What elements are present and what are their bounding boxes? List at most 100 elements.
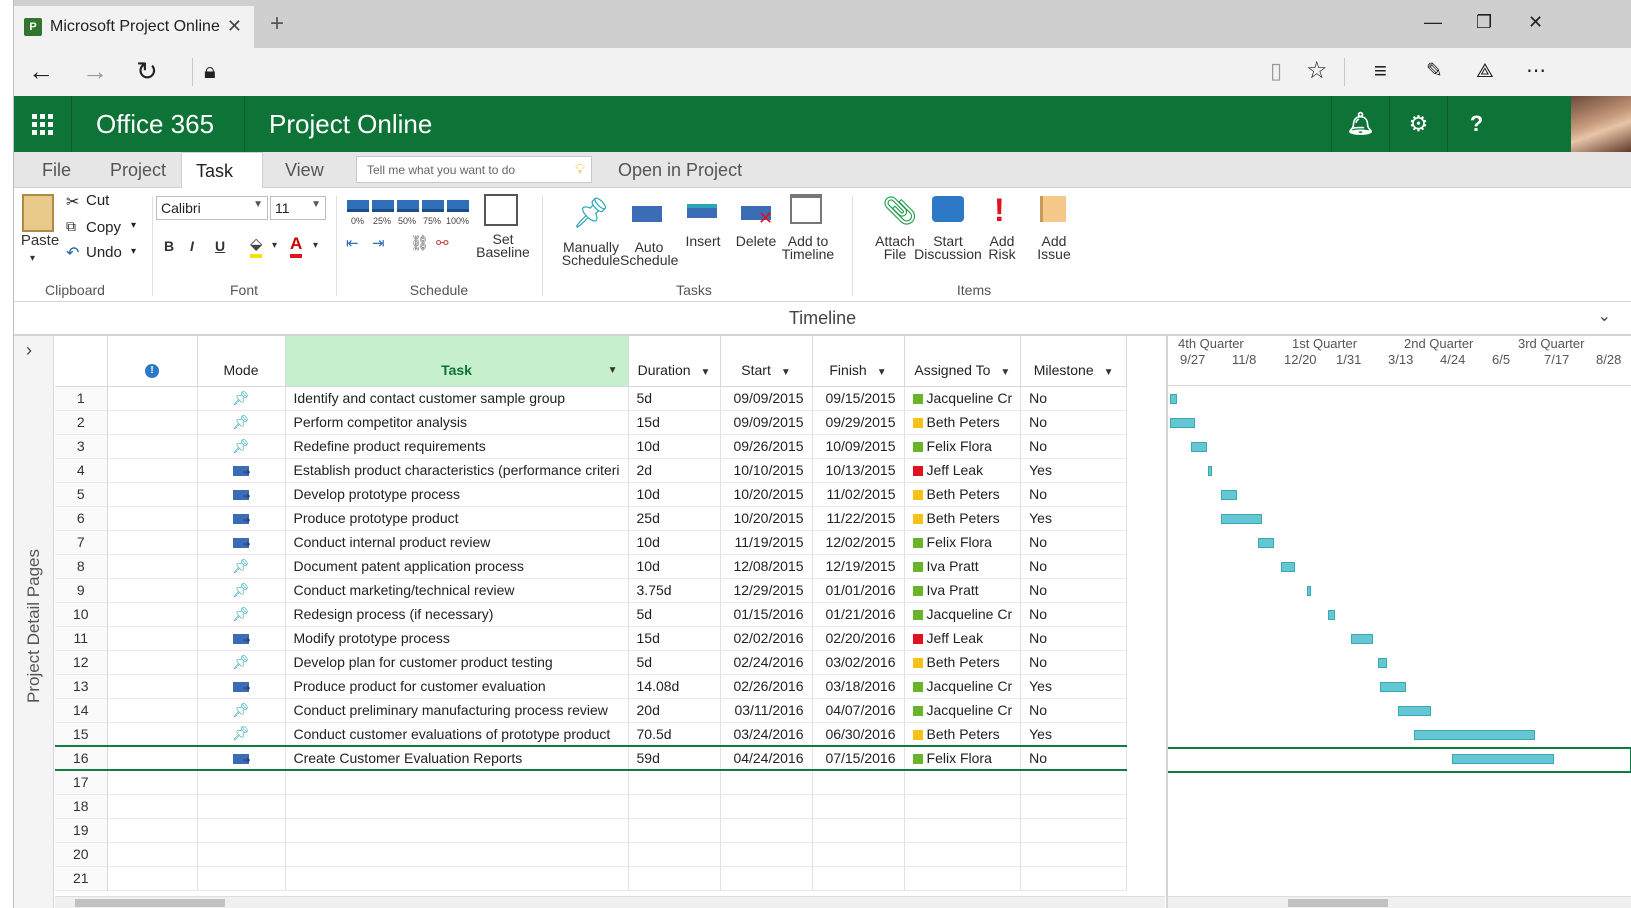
tab-task[interactable]: Task	[181, 152, 263, 189]
empty-cell[interactable]	[720, 842, 813, 867]
indicator-cell[interactable]	[107, 602, 198, 627]
paste-dropdown-icon[interactable]: ▾	[30, 252, 35, 266]
finish-cell[interactable]: 02/20/2016	[812, 626, 905, 651]
assigned-to-cell[interactable]: Beth Peters	[904, 722, 1022, 747]
paste-icon[interactable]	[22, 194, 54, 232]
indicator-cell[interactable]	[107, 578, 198, 603]
chevron-down-icon[interactable]: ▼	[877, 367, 887, 378]
tab-project[interactable]: Project	[96, 152, 180, 188]
gantt-task-bar[interactable]	[1281, 562, 1295, 572]
user-avatar[interactable]	[1571, 96, 1631, 152]
paste-label[interactable]: Paste	[20, 233, 60, 248]
task-row[interactable]: 6 Produce prototype product25d10/20/20151…	[55, 506, 1128, 531]
copy-icon[interactable]: ⧉	[66, 218, 76, 235]
gantt-task-bar[interactable]	[1208, 466, 1212, 476]
gantt-task-bar[interactable]	[1170, 418, 1195, 428]
add-to-timeline-icon[interactable]	[790, 194, 822, 224]
empty-cell[interactable]	[812, 794, 905, 819]
row-number[interactable]: 20	[55, 842, 108, 867]
empty-row[interactable]: 20	[55, 842, 1128, 867]
finish-cell[interactable]: 07/15/2016	[812, 745, 905, 771]
minimize-icon[interactable]: —	[1424, 12, 1442, 33]
row-number[interactable]: 19	[55, 818, 108, 843]
empty-cell[interactable]	[285, 794, 629, 819]
task-row[interactable]: 15 📌︎ Conduct customer evaluations of prot…	[55, 722, 1128, 747]
task-row[interactable]: 4 Establish product characteristics (perf…	[55, 458, 1128, 483]
start-cell[interactable]: 11/19/2015	[720, 530, 813, 555]
row-number[interactable]: 13	[55, 674, 108, 699]
scrollbar-thumb[interactable]	[75, 899, 225, 907]
indent-icon[interactable]: ⇥	[372, 234, 385, 252]
gantt-task-bar[interactable]	[1398, 706, 1431, 716]
empty-row[interactable]: 18	[55, 794, 1128, 819]
row-number[interactable]: 2	[55, 410, 108, 435]
task-row[interactable]: 9 📌︎ Conduct marketing/technical review 3.7…	[55, 578, 1128, 603]
assigned-to-cell[interactable]: Jacqueline Cr	[904, 698, 1022, 723]
task-row[interactable]: 1 📌︎ Identify and contact customer sample …	[55, 386, 1128, 411]
undo-icon[interactable]: ↶	[66, 243, 79, 263]
indicator-cell[interactable]	[107, 674, 198, 699]
duration-cell[interactable]: 10d	[628, 530, 721, 555]
task-row[interactable]: 16Create Customer Evaluation Reports59d0…	[55, 745, 1128, 771]
cut-icon[interactable]: ✂	[66, 192, 79, 212]
finish-cell[interactable]: 04/07/2016	[812, 698, 905, 723]
chevron-down-icon[interactable]: ▼	[1000, 367, 1010, 378]
attach-file-label-2[interactable]: File	[870, 247, 920, 261]
task-name-cell[interactable]: Develop plan for customer product testin…	[285, 650, 629, 675]
task-row[interactable]: 3 📌︎ Redefine product requirements 10d 09/26…	[55, 434, 1128, 459]
finish-cell[interactable]: 01/01/2016	[812, 578, 905, 603]
gantt-task-bar[interactable]	[1380, 682, 1406, 692]
empty-cell[interactable]	[628, 842, 721, 867]
chevron-down-icon[interactable]: ⌄	[1598, 306, 1611, 326]
duration-cell[interactable]: 10d	[628, 482, 721, 507]
grid-horizontal-scrollbar[interactable]	[55, 896, 1165, 908]
milestone-cell[interactable]: No	[1020, 650, 1128, 675]
empty-cell[interactable]	[1020, 818, 1128, 843]
mode-cell[interactable]: 📌︎	[197, 650, 286, 675]
assigned-to-cell[interactable]: Jeff Leak	[904, 626, 1022, 651]
task-name-cell[interactable]: Modify prototype process	[285, 626, 629, 651]
restore-icon[interactable]: ❐	[1476, 12, 1492, 33]
issue-flag-icon[interactable]	[1040, 196, 1066, 222]
office-365-brand[interactable]: Office 365	[96, 109, 214, 140]
finish-cell[interactable]: 10/09/2015	[812, 434, 905, 459]
task-row[interactable]: 13 Produce product for customer evaluatio…	[55, 674, 1128, 699]
assigned-to-cell[interactable]: Beth Peters	[904, 506, 1022, 531]
outdent-icon[interactable]: ⇤	[346, 234, 359, 252]
task-name-cell[interactable]: Create Customer Evaluation Reports	[285, 745, 629, 771]
font-color-icon[interactable]: A	[290, 234, 303, 258]
delete-button[interactable]: Delete	[730, 234, 782, 248]
indicator-cell[interactable]	[107, 745, 198, 771]
tab-view[interactable]: View	[271, 152, 338, 188]
assigned-to-cell[interactable]: Jacqueline Cr	[904, 386, 1022, 411]
empty-cell[interactable]	[197, 818, 286, 843]
row-number[interactable]: 6	[55, 506, 108, 531]
milestone-cell[interactable]: No	[1020, 698, 1128, 723]
link-tasks-icon[interactable]: ⛓	[410, 234, 429, 252]
task-row[interactable]: 11 Modify prototype process15d02/02/20160…	[55, 626, 1128, 651]
mode-header[interactable]: Mode	[197, 336, 286, 387]
task-row[interactable]: 12 📌︎ Develop plan for customer product te…	[55, 650, 1128, 675]
task-name-cell[interactable]: Conduct marketing/technical review	[285, 578, 629, 603]
mode-cell[interactable]: 📌︎	[197, 602, 286, 627]
assigned-to-cell[interactable]: Felix Flora	[904, 434, 1022, 459]
task-name-cell[interactable]: Conduct preliminary manufacturing proces…	[285, 698, 629, 723]
indicator-cell[interactable]	[107, 506, 198, 531]
empty-cell[interactable]	[720, 818, 813, 843]
mode-cell[interactable]: 📌︎	[197, 698, 286, 723]
discussion-bubble-icon[interactable]	[932, 196, 964, 222]
add-to-timeline-label-2[interactable]: Timeline	[780, 247, 836, 261]
chevron-down-icon[interactable]: ▼	[1104, 367, 1114, 378]
empty-cell[interactable]	[720, 866, 813, 891]
task-row[interactable]: 2 📌︎ Perform competitor analysis 15d 09/09/2…	[55, 410, 1128, 435]
milestone-cell[interactable]: No	[1020, 530, 1128, 555]
set-baseline-icon[interactable]	[484, 194, 518, 226]
scrollbar-thumb[interactable]	[1288, 899, 1388, 907]
finish-cell[interactable]: 12/19/2015	[812, 554, 905, 579]
finish-cell[interactable]: 09/29/2015	[812, 410, 905, 435]
complete-0-icon[interactable]	[347, 200, 369, 212]
indicator-cell[interactable]	[107, 698, 198, 723]
row-number[interactable]: 14	[55, 698, 108, 723]
chevron-down-icon[interactable]: ▼	[701, 367, 711, 378]
empty-cell[interactable]	[904, 794, 1022, 819]
